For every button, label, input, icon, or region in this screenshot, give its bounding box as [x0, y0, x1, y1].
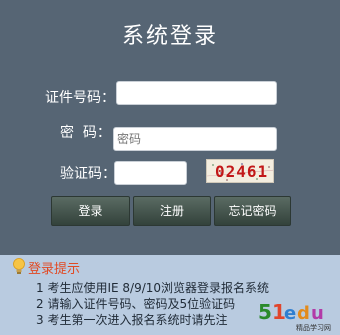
login-tips-panel: 登录提示 1 考生应使用IE 8/9/10浏览器登录报名系统 2 请输入证件号码… — [0, 255, 340, 335]
page-title: 系统登录 — [121, 24, 218, 49]
watermark-logo: 5 1 e d u 精品学习网 — [256, 297, 338, 333]
tips-title: 登录提示 — [28, 262, 81, 277]
tip-item: 1 考生应使用IE 8/9/10浏览器登录报名系统 — [36, 281, 270, 295]
id-number-label: 证件号码： — [45, 90, 115, 106]
id-number-input[interactable] — [116, 81, 277, 105]
lightbulb-icon — [13, 258, 25, 274]
watermark-logo-graphic: 5 1 e d u 精品学习网 — [258, 300, 331, 332]
svg-text:e: e — [284, 303, 296, 324]
svg-text:u: u — [311, 303, 324, 324]
login-button[interactable]: 登录 — [51, 196, 130, 226]
svg-text:精品学习网: 精品学习网 — [296, 323, 331, 332]
captcha-input[interactable] — [114, 161, 187, 185]
captcha-label: 验证码： — [60, 166, 116, 182]
login-panel: 系统登录 证件号码： 密 码： 验证码： 02461 登录 注册 忘记密码 — [0, 0, 340, 255]
forgot-password-button[interactable]: 忘记密码 — [214, 196, 291, 226]
tip-item: 2 请输入证件号码、密码及5位验证码 — [36, 297, 236, 311]
password-input[interactable] — [113, 127, 277, 151]
password-label: 密 码： — [60, 125, 111, 141]
svg-text:d: d — [297, 303, 310, 324]
captcha-text: 02461 — [215, 162, 269, 181]
captcha-image[interactable]: 02461 — [206, 159, 274, 183]
register-button[interactable]: 注册 — [133, 196, 211, 226]
tip-item: 3 考生第一次进入报名系统时请先注 — [36, 313, 228, 327]
svg-text:5: 5 — [258, 300, 272, 324]
